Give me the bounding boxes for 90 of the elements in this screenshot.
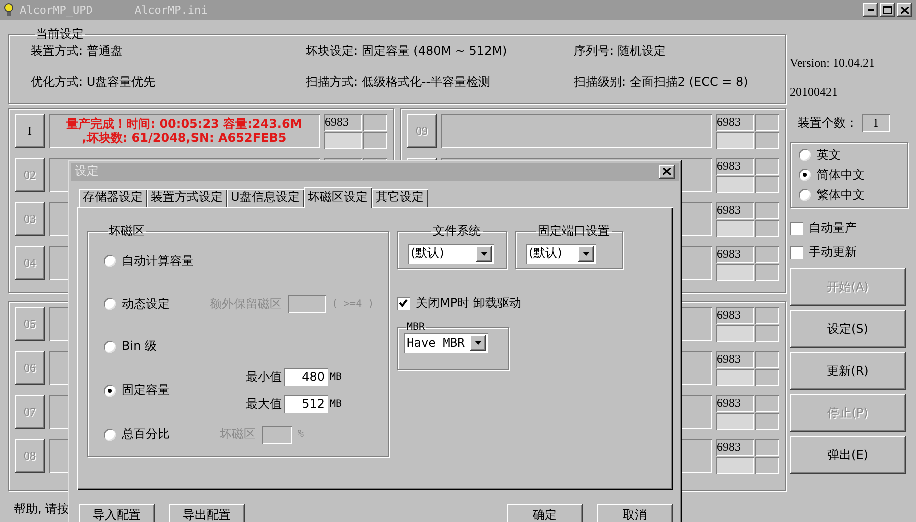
- port-code-cell: 6983: [716, 438, 754, 456]
- date-text: 20100421: [790, 85, 839, 100]
- maximize-button[interactable]: [880, 3, 895, 17]
- port-code-cell: 6983: [716, 202, 754, 218]
- dropdown[interactable]: (默认): [526, 244, 596, 264]
- radio-button[interactable]: [799, 149, 811, 161]
- port-code-cell: 6983: [716, 350, 754, 368]
- radio-label[interactable]: 动态设定: [122, 296, 204, 313]
- port-code-cell: 6983: [716, 394, 754, 412]
- dialog-button[interactable]: 取消: [597, 504, 673, 522]
- port-code-cell: 6983: [324, 114, 362, 130]
- radio-label[interactable]: Bin 级: [122, 338, 204, 356]
- setting-text: 扫描方式: 低级格式化--半容量检测: [306, 74, 492, 91]
- setting-text: 坏块设定: 固定容量 (480M ~ 512M): [306, 43, 508, 60]
- radio-button[interactable]: [799, 189, 811, 201]
- maximize-icon: [883, 6, 892, 14]
- field-label: 最小值: [246, 368, 282, 386]
- device-count-field: 1: [862, 114, 890, 132]
- action-button[interactable]: 弹出(E): [790, 436, 906, 474]
- group-title: 坏磁区: [108, 222, 146, 240]
- radio-label[interactable]: 自动计算容量: [122, 252, 204, 270]
- group-title: 固定端口设置: [537, 222, 611, 240]
- lightbulb-icon: [4, 3, 14, 17]
- dropdown[interactable]: (默认): [408, 244, 494, 264]
- input-field[interactable]: [262, 426, 292, 444]
- status-text: 帮助, 请按: [14, 500, 70, 518]
- radio-label[interactable]: 简体中文: [817, 166, 865, 184]
- setting-text: 优化方式: U盘容量优先: [31, 74, 157, 91]
- close-button[interactable]: [897, 3, 912, 17]
- config-button[interactable]: 导入配置: [79, 504, 155, 522]
- action-button[interactable]: 设定(S): [790, 310, 906, 348]
- window-title: AlcorMP_UPD: [20, 4, 93, 16]
- dropdown[interactable]: Have MBR: [404, 332, 488, 353]
- config-button[interactable]: 导出配置: [169, 504, 245, 522]
- port-status-text: ,坏块数: 61/2048,SN: A652FEB5: [82, 131, 287, 145]
- port-button[interactable]: I: [15, 114, 45, 148]
- action-button[interactable]: 更新(R): [790, 352, 906, 390]
- dialog-button[interactable]: 确定: [507, 504, 583, 522]
- unit-text: MB: [330, 372, 342, 383]
- radio-button[interactable]: [104, 340, 116, 353]
- dialog-title: 设定: [75, 163, 99, 180]
- dropdown-arrow-icon: [474, 340, 482, 345]
- checkbox-label[interactable]: 自动量产: [809, 220, 857, 236]
- port-code-cell: 6983: [716, 158, 754, 174]
- tab[interactable]: 坏磁区设定: [304, 186, 372, 208]
- group-title: 文件系统: [432, 222, 482, 240]
- port-code-cell: 6983: [716, 246, 754, 262]
- checkbox-label[interactable]: 手动更新: [809, 244, 857, 260]
- radio-button[interactable]: [104, 428, 116, 441]
- tab[interactable]: U盘信息设定: [227, 188, 304, 207]
- tab[interactable]: 其它设定: [372, 188, 428, 207]
- checkbox[interactable]: [397, 296, 410, 310]
- close-icon: [663, 168, 671, 176]
- radio-button[interactable]: [104, 298, 116, 310]
- checkbox[interactable]: [790, 222, 803, 234]
- version-text: Version: 10.04.21: [790, 56, 876, 71]
- close-icon: [900, 6, 908, 14]
- minimize-icon: [868, 9, 874, 11]
- checkmark-icon: [399, 299, 408, 308]
- port-status-text: 量产完成！时间: 00:05:23 容量:243.6M: [66, 117, 302, 131]
- dialog-close-button[interactable]: [659, 164, 675, 179]
- window-subtitle: AlcorMP.ini: [134, 4, 208, 16]
- unit-text: MB: [330, 398, 342, 410]
- input-field[interactable]: 480: [284, 368, 328, 386]
- radio-label[interactable]: 繁体中文: [817, 186, 865, 204]
- unit-text: %: [298, 429, 304, 440]
- checkbox[interactable]: [790, 246, 803, 258]
- field-label: 最大值: [246, 396, 282, 413]
- radio-label[interactable]: 总百分比: [122, 426, 204, 444]
- tab[interactable]: 装置方式设定: [147, 188, 227, 207]
- setting-text: 扫描级别: 全面扫描2 (ECC = 8): [574, 74, 750, 91]
- group-title: 当前设定: [35, 26, 85, 43]
- dropdown-arrow-icon: [582, 252, 590, 256]
- group-title: MBR: [406, 322, 426, 333]
- input-field[interactable]: [288, 295, 326, 314]
- checkbox-label[interactable]: 关闭MP时 卸载驱动: [416, 294, 522, 312]
- radio-button[interactable]: [799, 169, 811, 181]
- setting-text: 序列号: 随机设定: [574, 43, 667, 60]
- port-code-cell: 6983: [716, 306, 754, 324]
- radio-button[interactable]: [104, 255, 116, 268]
- minimize-button[interactable]: [863, 3, 878, 17]
- radio-label[interactable]: 英文: [817, 146, 841, 164]
- radio-button[interactable]: [104, 384, 116, 397]
- setting-text: 装置方式: 普通盘: [31, 43, 124, 60]
- device-count-label: 装置个数：: [798, 114, 858, 132]
- tab[interactable]: 存储器设定: [79, 188, 147, 207]
- dropdown-arrow-icon: [480, 252, 488, 256]
- input-field[interactable]: 512: [284, 395, 328, 414]
- port-code-cell: 6983: [716, 114, 754, 130]
- radio-label[interactable]: 固定容量: [122, 382, 204, 400]
